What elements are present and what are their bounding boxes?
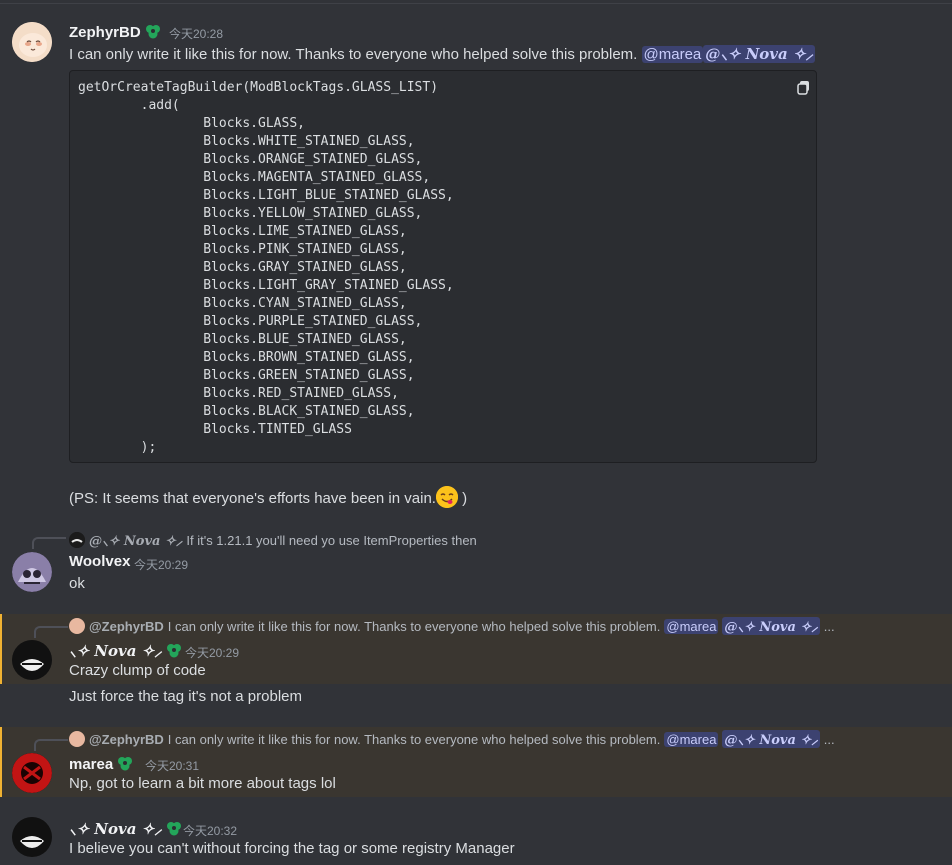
avatar[interactable]	[12, 22, 52, 62]
author-name[interactable]: Woolvex	[69, 553, 130, 570]
ps-close: )	[457, 490, 468, 507]
message-text: I can only write it like this for now. T…	[69, 44, 816, 64]
reply-avatar	[69, 731, 85, 747]
avatar[interactable]	[12, 640, 52, 680]
reply-text: If it's 1.21.1 you'll need yo use ItemPr…	[186, 532, 477, 548]
avatar[interactable]	[12, 753, 52, 793]
reply-spine	[34, 739, 68, 751]
reply-avatar	[69, 618, 85, 634]
reply-avatar	[69, 532, 85, 548]
reply-more: ...	[823, 618, 835, 634]
reply-mention-nova[interactable]: @⸜✧ 𝑵𝒐𝒗𝒂 ✧⸝	[722, 730, 820, 748]
avatar[interactable]	[12, 552, 52, 592]
reply-author[interactable]: @ZephyrBD	[89, 732, 164, 747]
reply-mention-nova[interactable]: @⸜✧ 𝑵𝒐𝒗𝒂 ✧⸝	[722, 617, 820, 635]
message-body: I can only write it like this for now. T…	[69, 46, 638, 63]
message-text: Np, got to learn a bit more about tags l…	[69, 775, 336, 792]
copy-icon[interactable]	[796, 79, 812, 95]
message-nova-2: ⸜✧ 𝑵𝒐𝒗𝒂 ✧⸝ 今天20:32 I believe you can't w…	[0, 805, 952, 865]
reply-text: I can only write it like this for now. T…	[167, 618, 661, 634]
author-name[interactable]: ZephyrBD	[69, 22, 162, 44]
reply-preview[interactable]: @ZephyrBD I can only write it like this …	[69, 617, 835, 635]
code-block: getOrCreateTagBuilder(ModBlockTags.GLASS…	[69, 70, 817, 463]
timestamp[interactable]: 今天20:29	[134, 556, 188, 573]
reply-preview[interactable]: @ZephyrBD I can only write it like this …	[69, 730, 835, 748]
message-zephyrbd: ZephyrBD 今天20:28 I can only write it lik…	[0, 0, 952, 520]
message-woolvex: @⸜✧ 𝑵𝒐𝒗𝒂 ✧⸝ If it's 1.21.1 you'll need y…	[0, 525, 952, 600]
author-label[interactable]: ZephyrBD	[69, 24, 141, 41]
author-name[interactable]: ⸜✧ 𝑵𝒐𝒗𝒂 ✧⸝	[69, 819, 183, 841]
yum-emoji-icon	[435, 486, 458, 508]
author-label[interactable]: ⸜✧ 𝑵𝒐𝒗𝒂 ✧⸝	[69, 642, 162, 660]
reply-mention-marea[interactable]: @marea	[664, 618, 719, 634]
ps-text: (PS: It seems that everyone's efforts ha…	[69, 486, 467, 508]
message-text: I believe you can't without forcing the …	[69, 840, 515, 857]
reply-preview[interactable]: @⸜✧ 𝑵𝒐𝒗𝒂 ✧⸝ If it's 1.21.1 you'll need y…	[69, 531, 477, 549]
timestamp[interactable]: 今天20:32	[183, 822, 237, 839]
reply-author[interactable]: @ZephyrBD	[89, 619, 164, 634]
reply-mention-marea[interactable]: @marea	[664, 731, 719, 747]
reply-spine	[34, 626, 68, 638]
mention-marea[interactable]: @marea	[641, 46, 704, 63]
reply-more: ...	[823, 731, 835, 747]
reply-text: I can only write it like this for now. T…	[167, 731, 661, 747]
reply-spine	[32, 537, 66, 549]
author-name[interactable]: ⸜✧ 𝑵𝒐𝒗𝒂 ✧⸝	[69, 641, 183, 663]
leaf-badge-icon	[116, 754, 134, 776]
timestamp[interactable]: 今天20:28	[169, 25, 223, 42]
reply-author[interactable]: @⸜✧ 𝑵𝒐𝒗𝒂 ✧⸝	[89, 531, 182, 549]
leaf-badge-icon	[165, 819, 183, 841]
message-nova-1: @ZephyrBD I can only write it like this …	[0, 614, 952, 684]
message-followup: Just force the tag it's not a problem	[69, 688, 302, 705]
message-text: ok	[69, 575, 85, 592]
message-marea: @ZephyrBD I can only write it like this …	[0, 727, 952, 797]
author-label[interactable]: marea	[69, 756, 113, 773]
avatar[interactable]	[12, 817, 52, 857]
ps-body: (PS: It seems that everyone's efforts ha…	[69, 490, 436, 507]
message-text: Crazy clump of code	[69, 662, 206, 679]
code-content: getOrCreateTagBuilder(ModBlockTags.GLASS…	[78, 80, 454, 455]
mention-nova[interactable]: @⸜✧ 𝑵𝒐𝒗𝒂 ✧⸝	[703, 45, 816, 63]
leaf-badge-icon	[144, 22, 162, 44]
timestamp[interactable]: 今天20:29	[185, 644, 239, 661]
author-name[interactable]: marea	[69, 754, 134, 776]
leaf-badge-icon	[165, 641, 183, 663]
author-label[interactable]: ⸜✧ 𝑵𝒐𝒗𝒂 ✧⸝	[69, 820, 162, 838]
timestamp[interactable]: 今天20:31	[145, 757, 199, 774]
author-label[interactable]: Woolvex	[69, 553, 130, 570]
